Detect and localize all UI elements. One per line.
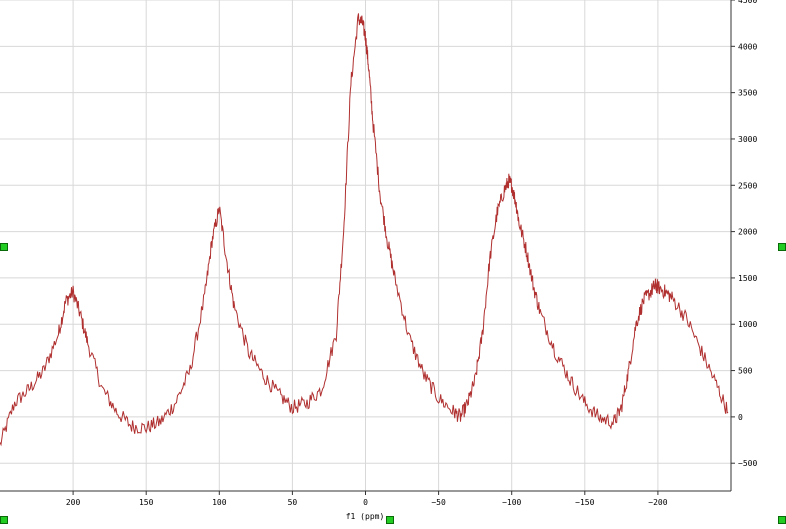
bottom-resize-handle[interactable]: [386, 516, 394, 524]
axes: 200 150 100 50 0 −50 −100 −150 −200−500050010001…: [0, 0, 757, 507]
y-tick-label: −500: [738, 459, 757, 468]
y-tick-label: 2000: [738, 228, 757, 237]
y-tick-label: 500: [738, 367, 753, 376]
x-tick-label: 0: [363, 498, 368, 507]
left-resize-handle[interactable]: [0, 243, 8, 251]
y-tick-label: 4000: [738, 42, 757, 51]
grid: [0, 0, 731, 491]
bottom-left-resize-handle[interactable]: [0, 516, 8, 524]
y-tick-label: 3000: [738, 135, 757, 144]
y-tick-label: 3500: [738, 89, 757, 98]
right-resize-handle[interactable]: [778, 243, 786, 251]
spectrum-plot: 200 150 100 50 0 −50 −100 −150 −200 −500 0 500 1000 1…: [0, 0, 786, 525]
y-tick-label: 4500: [738, 0, 757, 5]
x-axis-label: f1 (ppm): [346, 512, 385, 521]
spectrum-line: [0, 13, 729, 447]
x-tick-label: −200: [648, 498, 667, 507]
x-tick-label: −100: [502, 498, 521, 507]
y-tick-label: 1000: [738, 320, 757, 329]
y-tick-label: 2500: [738, 181, 757, 190]
x-tick-label: 200: [66, 498, 81, 507]
spectrum-svg: 200 150 100 50 0 −50 −100 −150 −200−500050010001…: [0, 0, 757, 521]
x-tick-label: −50: [431, 498, 446, 507]
y-tick-label: 1500: [738, 274, 757, 283]
bottom-right-resize-handle[interactable]: [778, 516, 786, 524]
x-tick-label: 100: [212, 498, 227, 507]
x-tick-label: −150: [575, 498, 594, 507]
x-tick-label: 150: [139, 498, 154, 507]
series: [0, 13, 729, 447]
y-tick-label: 0: [738, 413, 743, 422]
x-tick-label: 50: [288, 498, 298, 507]
